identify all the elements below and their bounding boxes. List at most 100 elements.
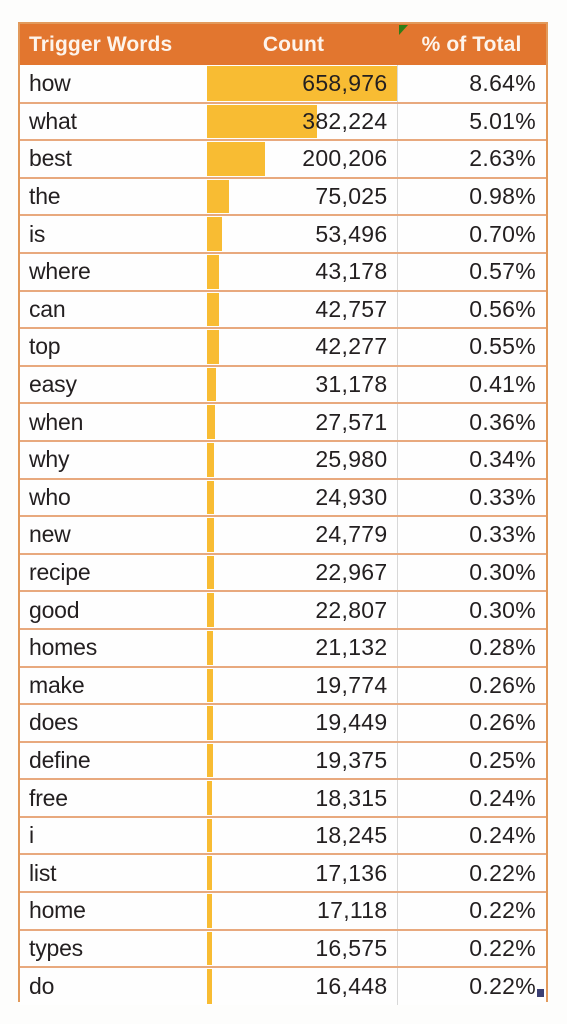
cell-count: 18,245 — [207, 815, 397, 856]
count-value: 17,136 — [315, 859, 388, 886]
table-row[interactable]: good 22,807 0.30% — [20, 590, 546, 630]
cell-trigger-word: do — [20, 966, 207, 1005]
column-header-percent-of-total[interactable]: % of Total — [397, 24, 546, 65]
column-header-trigger-words[interactable]: Trigger Words — [20, 24, 207, 65]
cell-trigger-word: free — [20, 778, 207, 818]
table-row[interactable]: when 27,571 0.36% — [20, 402, 546, 442]
cell-count: 42,757 — [207, 289, 397, 330]
cell-trigger-word: best — [20, 139, 207, 179]
table-row[interactable]: list 17,136 0.22% — [20, 853, 546, 894]
table-row[interactable]: where 43,178 0.57% — [20, 251, 546, 292]
count-value: 24,779 — [315, 521, 388, 548]
count-value: 22,967 — [315, 559, 388, 586]
table-row[interactable]: how 658,976 8.64% — [20, 65, 546, 104]
cell-trigger-word: top — [20, 327, 207, 367]
cell-trigger-word: recipe — [20, 552, 207, 593]
cell-count: 16,575 — [207, 928, 397, 969]
cell-trigger-word: types — [20, 928, 207, 969]
cell-percent-of-total: 5.01% — [396, 101, 546, 142]
cell-count: 75,025 — [207, 176, 397, 217]
count-value: 18,245 — [315, 822, 388, 849]
table-header: Trigger Words Count % of Total — [20, 24, 546, 65]
table-row[interactable]: easy 31,178 0.41% — [20, 364, 546, 405]
cell-percent-of-total: 8.64% — [396, 65, 546, 104]
cell-percent-of-total: 0.22% — [396, 853, 546, 894]
cell-count: 43,178 — [207, 251, 397, 292]
cell-percent-of-total: 0.22% — [396, 966, 546, 1005]
cell-count: 17,118 — [207, 891, 397, 931]
cell-count: 382,224 — [207, 101, 397, 142]
table-body: how 658,976 8.64% what 382,224 5.01% best 200,2… — [20, 65, 546, 1005]
table-row[interactable]: top 42,277 0.55% — [20, 327, 546, 367]
cell-count: 200,206 — [207, 139, 397, 179]
cell-trigger-word: make — [20, 665, 207, 706]
sheet-corner-artifact — [537, 989, 544, 997]
cell-trigger-word: list — [20, 853, 207, 894]
cell-count: 19,375 — [207, 740, 397, 781]
cell-count: 31,178 — [207, 364, 397, 405]
count-value: 53,496 — [315, 220, 388, 247]
table-row[interactable]: free 18,315 0.24% — [20, 778, 546, 818]
count-value: 19,774 — [315, 671, 388, 698]
count-value: 75,025 — [315, 183, 388, 210]
count-value: 16,448 — [315, 973, 388, 1000]
cell-percent-of-total: 2.63% — [396, 139, 546, 179]
cell-percent-of-total: 0.30% — [396, 552, 546, 593]
cell-count: 18,315 — [207, 778, 397, 818]
cell-count: 19,449 — [207, 703, 397, 743]
count-value: 22,807 — [315, 596, 388, 623]
cell-percent-of-total: 0.25% — [396, 740, 546, 781]
cell-count: 22,967 — [207, 552, 397, 593]
table-row[interactable]: types 16,575 0.22% — [20, 928, 546, 969]
table-row[interactable]: is 53,496 0.70% — [20, 214, 546, 254]
cell-trigger-word: homes — [20, 627, 207, 668]
cell-count: 53,496 — [207, 214, 397, 254]
header-row: Trigger Words Count % of Total — [20, 24, 546, 65]
column-header-count[interactable]: Count — [207, 24, 397, 65]
cell-percent-of-total: 0.36% — [396, 402, 546, 442]
cell-percent-of-total: 0.33% — [396, 515, 546, 555]
table-row[interactable]: define 19,375 0.25% — [20, 740, 546, 781]
cell-percent-of-total: 0.33% — [396, 477, 546, 518]
table-row[interactable]: what 382,224 5.01% — [20, 101, 546, 142]
cell-percent-of-total: 0.98% — [396, 176, 546, 217]
table-row[interactable]: i 18,245 0.24% — [20, 815, 546, 856]
cell-percent-of-total: 0.24% — [396, 815, 546, 856]
cell-trigger-word: home — [20, 891, 207, 931]
table-row[interactable]: why 25,980 0.34% — [20, 439, 546, 480]
count-value: 382,224 — [302, 107, 388, 134]
cell-trigger-word: when — [20, 402, 207, 442]
trigger-words-table: Trigger Words Count % of Total how 658,97… — [20, 24, 546, 1005]
cell-count: 17,136 — [207, 853, 397, 894]
cell-percent-of-total: 0.57% — [396, 251, 546, 292]
table-row[interactable]: recipe 22,967 0.30% — [20, 552, 546, 593]
cell-count: 22,807 — [207, 590, 397, 630]
table-row[interactable]: the 75,025 0.98% — [20, 176, 546, 217]
count-value: 17,118 — [317, 897, 388, 924]
table-row[interactable]: can 42,757 0.56% — [20, 289, 546, 330]
cell-trigger-word: why — [20, 439, 207, 480]
cell-trigger-word: where — [20, 251, 207, 292]
cell-percent-of-total: 0.34% — [396, 439, 546, 480]
cell-percent-of-total: 0.22% — [396, 891, 546, 931]
table-row[interactable]: best 200,206 2.63% — [20, 139, 546, 179]
cell-trigger-word: new — [20, 515, 207, 555]
table-row[interactable]: homes 21,132 0.28% — [20, 627, 546, 668]
cell-percent-of-total: 0.55% — [396, 327, 546, 367]
table-row[interactable]: who 24,930 0.33% — [20, 477, 546, 518]
cell-count: 42,277 — [207, 327, 397, 367]
cell-trigger-word: what — [20, 101, 207, 142]
table-row[interactable]: home 17,118 0.22% — [20, 891, 546, 931]
count-value: 200,206 — [302, 145, 388, 172]
cell-trigger-word: the — [20, 176, 207, 217]
table-row[interactable]: do 16,448 0.22% — [20, 966, 546, 1005]
count-value: 25,980 — [315, 446, 388, 473]
cell-percent-of-total: 0.24% — [396, 778, 546, 818]
cell-trigger-word: how — [20, 65, 207, 104]
table-row[interactable]: make 19,774 0.26% — [20, 665, 546, 706]
count-value: 31,178 — [315, 371, 388, 398]
table-row[interactable]: new 24,779 0.33% — [20, 515, 546, 555]
cell-percent-of-total: 0.30% — [396, 590, 546, 630]
cell-trigger-word: i — [20, 815, 207, 856]
table-row[interactable]: does 19,449 0.26% — [20, 703, 546, 743]
